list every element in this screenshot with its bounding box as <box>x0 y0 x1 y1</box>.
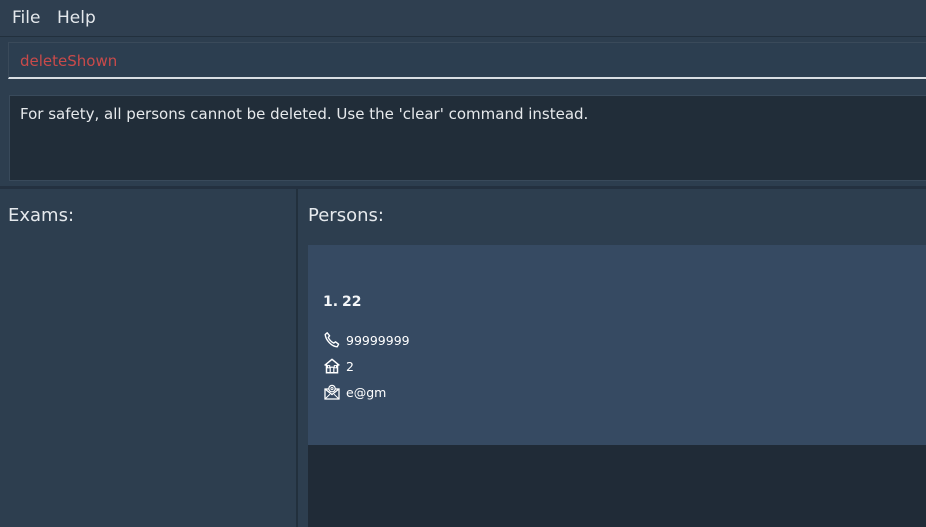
result-display: For safety, all persons cannot be delete… <box>9 95 926 181</box>
person-index: 1. <box>323 294 339 310</box>
person-name: 22 <box>342 294 362 310</box>
person-list: 1. 22 99999999 2 e@gm <box>308 245 926 527</box>
person-address-row: 2 <box>323 356 354 376</box>
person-phone: 99999999 <box>346 332 410 348</box>
result-message: For safety, all persons cannot be delete… <box>20 105 589 123</box>
menu-bar: File Help <box>0 0 926 37</box>
phone-icon <box>323 331 341 349</box>
app-window: File Help deleteShown For safety, all pe… <box>0 0 926 527</box>
exams-title: Exams: <box>8 205 75 226</box>
person-email: e@gm <box>346 384 387 400</box>
help-menu[interactable]: Help <box>57 8 96 28</box>
command-box[interactable]: deleteShown <box>8 42 926 79</box>
person-address: 2 <box>346 358 354 374</box>
person-phone-row: 99999999 <box>323 330 410 350</box>
house-icon <box>323 357 341 375</box>
persons-title: Persons: <box>308 205 384 226</box>
command-input[interactable]: deleteShown <box>20 52 117 70</box>
person-card[interactable]: 1. 22 99999999 2 e@gm <box>308 245 926 445</box>
exam-list-panel <box>0 189 296 527</box>
email-icon <box>323 383 341 401</box>
file-menu[interactable]: File <box>12 8 40 28</box>
person-email-row: e@gm <box>323 382 386 402</box>
